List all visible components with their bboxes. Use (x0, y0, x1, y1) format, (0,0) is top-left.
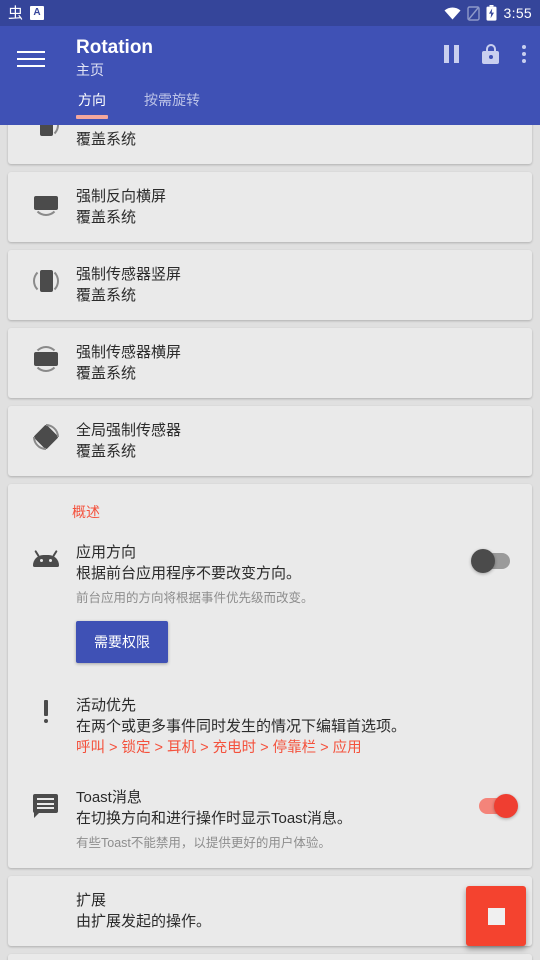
hamburger-menu-icon[interactable] (14, 41, 48, 75)
row-subtitle: 在切换方向和进行操作时显示Toast消息。 (76, 810, 352, 827)
app-bar: Rotation 主页 方向 按需旋转 (0, 26, 540, 125)
require-permission-button[interactable]: 需要权限 (76, 621, 168, 663)
card-force-sensor-portrait[interactable]: 强制传感器竖屏 覆盖系统 (8, 250, 532, 320)
row-toast-message[interactable]: Toast消息 在切换方向和进行操作时显示Toast消息。 有些Toast不能禁… (8, 773, 532, 868)
toast-switch[interactable] (470, 791, 520, 821)
page-title: Rotation (76, 37, 154, 58)
no-sim-icon (466, 5, 480, 21)
row-icon-slot (24, 695, 68, 727)
card-subtitle: 覆盖系统 (76, 131, 137, 148)
row-subtitle: 在两个或更多事件同时发生的情况下编辑首选项。 (76, 718, 407, 735)
row-icon-slot (24, 264, 68, 296)
priority-chain: 呼叫 > 锁定 > 耳机 > 充电时 > 停靠栏 > 应用 (76, 740, 362, 756)
app-orientation-switch[interactable] (470, 546, 520, 576)
card-force-sensor-landscape[interactable]: 强制传感器横屏 覆盖系统 (8, 328, 532, 398)
card-overview: 概述 应用方向 根据前台应用程序不要改变方向。 前台应用的方向将根据事件优先级而… (8, 484, 532, 868)
row-icon-slot (24, 342, 68, 374)
card-subtitle: 覆盖系统 (76, 287, 137, 304)
tab-indicator (76, 115, 108, 119)
force-sensor-portrait-icon (31, 266, 61, 296)
row-subtitle: 由扩展发起的操作。 (76, 913, 212, 930)
android-icon (31, 544, 61, 574)
wifi-icon (444, 6, 461, 19)
card-title: 强制传感器横屏 (76, 344, 182, 361)
row-icon-slot (24, 890, 68, 892)
section-title-overview: 概述 (72, 504, 100, 520)
row-icon-slot (24, 186, 68, 218)
row-title: 应用方向 (76, 544, 137, 561)
bug-icon: 虫 (8, 4, 24, 22)
row-note: 有些Toast不能禁用，以提供更好的用户体验。 (76, 836, 331, 850)
section-title-advanced: 高级 (8, 954, 532, 960)
page-subtitle: 主页 (76, 62, 104, 78)
row-note: 前台应用的方向将根据事件优先级而改变。 (76, 591, 314, 605)
tab-bar: 方向 按需旋转 (76, 84, 526, 119)
app-bar-titles: Rotation 主页 (76, 36, 444, 80)
global-force-sensor-icon (27, 418, 65, 456)
card-title: 强制传感器竖屏 (76, 266, 182, 283)
pause-icon[interactable] (444, 45, 460, 63)
row-icon-slot (24, 418, 68, 456)
stop-fab-button[interactable] (466, 886, 526, 946)
card-advanced[interactable]: 高级 (8, 954, 532, 960)
force-reverse-portrait-icon (31, 125, 61, 140)
a-badge-icon: A (30, 6, 45, 20)
tab-orientation[interactable]: 方向 (76, 84, 108, 119)
row-app-orientation[interactable]: 应用方向 根据前台应用程序不要改变方向。 前台应用的方向将根据事件优先级而改变。… (8, 528, 532, 681)
app-root: 虫 A 3:55 Rotation 主页 方向 按需旋转 覆盖系统 强制反向横屏… (0, 0, 540, 960)
card-subtitle: 覆盖系统 (76, 365, 137, 382)
status-bar-right: 3:55 (444, 5, 532, 21)
status-bar-left: 虫 A (8, 4, 45, 22)
overflow-menu-icon[interactable] (521, 45, 526, 63)
card-title: 强制反向横屏 (76, 188, 167, 205)
battery-charging-icon (486, 5, 497, 21)
card-force-reverse-portrait[interactable]: 强制反向竖屏 覆盖系统 (8, 125, 532, 164)
card-subtitle: 覆盖系统 (76, 209, 137, 226)
card-title: 全局强制传感器 (76, 422, 182, 439)
app-bar-actions (444, 44, 526, 64)
tab-rotate-on-demand[interactable]: 按需旋转 (142, 84, 202, 119)
stop-square-icon (487, 907, 505, 925)
row-activity-priority[interactable]: 活动优先 在两个或更多事件同时发生的情况下编辑首选项。 呼叫 > 锁定 > 耳机… (8, 681, 532, 773)
card-global-force-sensor[interactable]: 全局强制传感器 覆盖系统 (8, 406, 532, 476)
force-sensor-landscape-icon (31, 344, 61, 374)
status-bar: 虫 A 3:55 (0, 0, 540, 26)
card-extension[interactable]: 扩展 由扩展发起的操作。 (8, 876, 532, 946)
row-extension[interactable]: 扩展 由扩展发起的操作。 (8, 876, 532, 946)
scroll-content[interactable]: 强制反向竖屏 覆盖系统 强制反向横屏 覆盖系统 (0, 125, 540, 960)
row-icon-slot (24, 125, 68, 140)
force-reverse-landscape-icon (31, 188, 61, 218)
clock: 3:55 (503, 5, 532, 21)
row-title: 活动优先 (76, 697, 137, 714)
row-title: 扩展 (76, 892, 107, 909)
row-icon-slot (24, 787, 68, 819)
card-force-reverse-landscape[interactable]: 强制反向横屏 覆盖系统 (8, 172, 532, 242)
toast-message-icon (31, 789, 61, 819)
row-title: Toast消息 (76, 789, 142, 806)
card-subtitle: 覆盖系统 (76, 443, 137, 460)
tab-rotate-on-demand-label: 按需旋转 (144, 92, 200, 108)
exclamation-icon (31, 697, 61, 727)
lock-icon[interactable] (482, 44, 499, 64)
row-subtitle: 根据前台应用程序不要改变方向。 (76, 565, 302, 582)
tab-orientation-label: 方向 (78, 92, 106, 108)
row-icon-slot (24, 542, 68, 574)
